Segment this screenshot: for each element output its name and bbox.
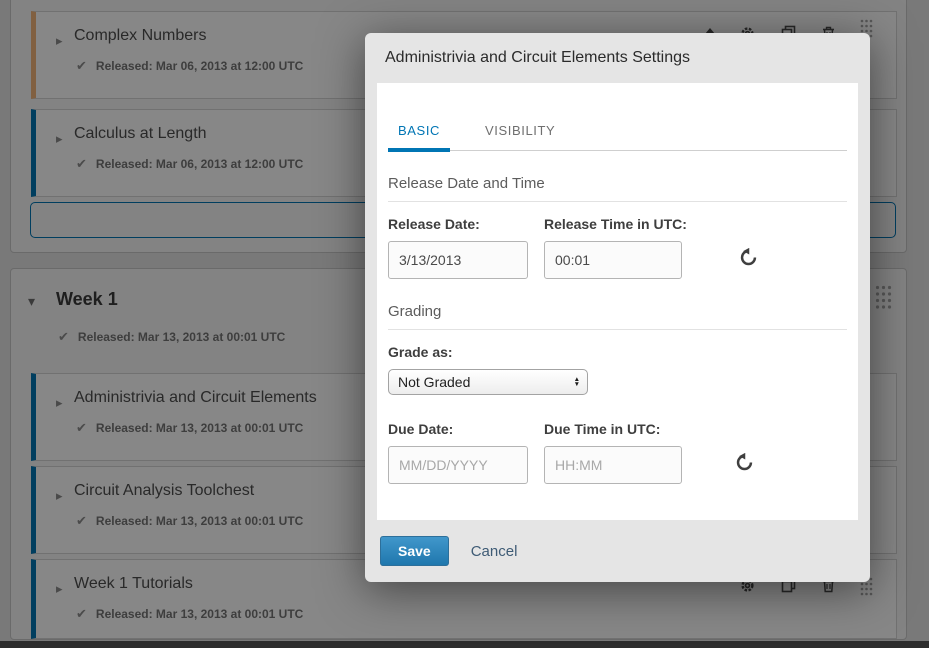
tab-basic[interactable]: BASIC <box>388 123 450 152</box>
tab-visibility[interactable]: VISIBILITY <box>475 123 565 150</box>
due-date-input[interactable] <box>388 446 528 484</box>
modal-title: Administrivia and Circuit Elements Setti… <box>385 49 690 67</box>
save-button[interactable]: Save <box>380 536 449 566</box>
modal-body: BASIC VISIBILITY Release Date and Time R… <box>377 83 858 520</box>
reset-release-icon[interactable] <box>739 248 759 268</box>
cancel-link[interactable]: Cancel <box>471 543 518 560</box>
release-section-heading: Release Date and Time <box>388 175 847 202</box>
release-fields: Release Date: Release Time in UTC: <box>388 216 847 279</box>
select-arrows-icon: ▲ ▼ <box>574 377 580 387</box>
due-fields: Due Date: Due Time in UTC: <box>388 421 847 484</box>
release-date-label: Release Date: <box>388 216 528 232</box>
grade-select[interactable]: Not Graded ▲ ▼ <box>388 369 588 395</box>
reset-due-icon[interactable] <box>734 453 754 473</box>
release-time-label: Release Time in UTC: <box>544 216 687 232</box>
due-date-label: Due Date: <box>388 421 528 437</box>
due-time-input[interactable] <box>544 446 682 484</box>
release-time-field: Release Time in UTC: <box>544 216 687 279</box>
release-date-field: Release Date: <box>388 216 528 279</box>
modal-footer: Save Cancel <box>365 520 870 582</box>
grading-section-heading: Grading <box>388 303 847 330</box>
grade-select-value: Not Graded <box>398 374 470 390</box>
tab-bar: BASIC VISIBILITY <box>388 123 847 151</box>
due-time-label: Due Time in UTC: <box>544 421 682 437</box>
release-time-input[interactable] <box>544 241 682 279</box>
release-date-input[interactable] <box>388 241 528 279</box>
settings-modal: Administrivia and Circuit Elements Setti… <box>365 33 870 582</box>
grade-as-label: Grade as: <box>388 344 847 360</box>
modal-header: Administrivia and Circuit Elements Setti… <box>365 33 870 83</box>
due-time-field: Due Time in UTC: <box>544 421 682 484</box>
screen: ▸ Complex Numbers ✔ Released: Mar 06, 20… <box>0 0 929 648</box>
due-date-field: Due Date: <box>388 421 528 484</box>
